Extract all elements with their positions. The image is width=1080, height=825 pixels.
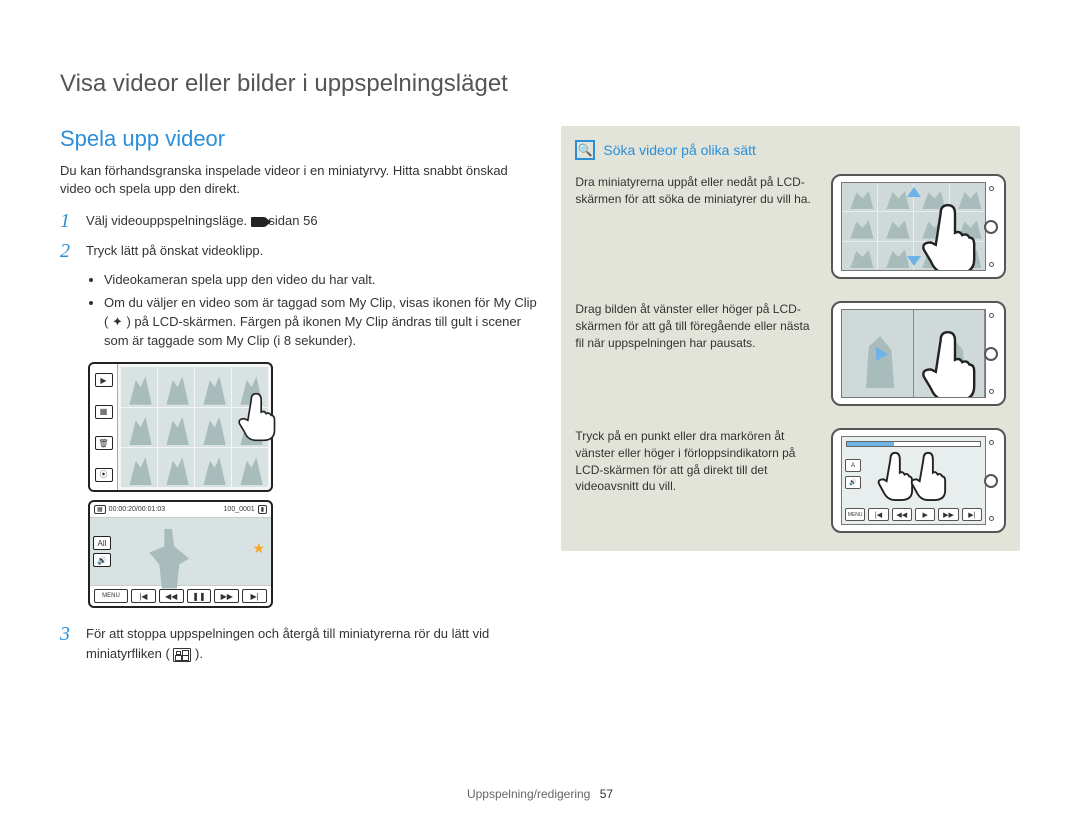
bullet-2: Om du väljer en video som är taggad som … [104, 294, 537, 351]
arrow-right-icon [876, 347, 888, 361]
arrow-up-icon [907, 187, 921, 197]
callout-text-3: Tryck på en punkt eller dra markören åt … [575, 428, 817, 495]
chapter-title: Visa videor eller bilder i uppspelningsl… [60, 70, 1020, 98]
step-1: 1 Välj videouppspelningsläge. sidan 56 [60, 211, 537, 231]
menu-button: MENU [845, 508, 865, 521]
page-ref-arrow-icon [251, 217, 265, 227]
video-tab-icon: ▶ [95, 373, 113, 387]
battery-icon: ▮ [258, 505, 267, 514]
section-title: Spela upp videor [60, 126, 537, 152]
step-3-text-a: För att stoppa uppspelningen och återgå … [86, 626, 489, 661]
thumbnail-return-icon: ▦ [94, 505, 106, 514]
volume-icon: 🔊 [845, 476, 861, 489]
prev-button: |◀ [131, 589, 156, 603]
step-2-text: Tryck lätt på önskat videoklipp. [86, 241, 537, 261]
left-column: Spela upp videor Du kan förhandsgranska … [60, 126, 537, 825]
callout-row-3: Tryck på en punkt eller dra markören åt … [575, 428, 1006, 533]
pause-button: ❚❚ [187, 589, 212, 603]
magnify-icon: 🔍 [575, 140, 595, 160]
step-1-text-b: sidan 56 [268, 213, 317, 228]
device-illustration-1 [831, 174, 1006, 279]
callout-row-1: Dra miniatyrerna uppåt eller nedåt på LC… [575, 174, 1006, 279]
callout-title: 🔍 Söka videor på olika sätt [575, 140, 1006, 160]
all-filter-icon: All [93, 536, 111, 550]
step-number: 2 [60, 241, 76, 261]
thumbnail-grid-illustration: ▶ ▦ 🗑 ⦿ [88, 362, 273, 492]
callout-text-1: Dra miniatyrerna uppåt eller nedåt på LC… [575, 174, 817, 208]
footer-page-number: 57 [600, 787, 613, 801]
right-column: 🔍 Söka videor på olika sätt Dra miniatyr… [561, 126, 1020, 825]
callout-text-2: Drag bilden åt vänster eller höger på LC… [575, 301, 817, 351]
swipe-hand-icon [919, 204, 979, 271]
menu-button: MENU [94, 589, 128, 603]
all-icon: A [845, 459, 861, 472]
footer-section: Uppspelning/redigering [467, 787, 590, 801]
next-button: ▶| [962, 508, 982, 521]
intro-text: Du kan förhandsgranska inspelade videor … [60, 162, 537, 197]
volume-icon: 🔊 [93, 553, 111, 567]
bullet-1: Videokameran spela upp den video du har … [104, 271, 537, 290]
device-illustration-2 [831, 301, 1006, 406]
step-number: 1 [60, 211, 76, 231]
two-hand-drag-icon [871, 450, 956, 525]
step-3: 3 För att stoppa uppspelningen och återg… [60, 624, 537, 663]
callout-box: 🔍 Söka videor på olika sätt Dra miniatyr… [561, 126, 1020, 551]
photo-tab-icon: ▦ [95, 405, 113, 419]
trash-icon: 🗑 [95, 436, 113, 450]
device-illustration-3: A 🔊 MENU |◀ ◀◀ ▶ ▶▶ ▶| [831, 428, 1006, 533]
tap-hand-icon [235, 392, 279, 442]
next-button: ▶| [242, 589, 267, 603]
step-number: 3 [60, 624, 76, 663]
page-footer: Uppspelning/redigering 57 [0, 787, 1080, 801]
step-1-text-a: Välj videouppspelningsläge. [86, 213, 251, 228]
myclip-star-icon: ★ [252, 540, 265, 557]
player-illustration: ▦ 00:00:20/00:01:03 100_0001 ▮ All 🔊 ★ M… [88, 500, 273, 608]
rewind-button: ◀◀ [159, 589, 184, 603]
player-counter: 100_0001 [224, 506, 255, 513]
callout-row-2: Drag bilden åt vänster eller höger på LC… [575, 301, 1006, 406]
camera-icon: ⦿ [95, 468, 113, 482]
thumbnail-tab-icon [173, 648, 191, 662]
step-2: 2 Tryck lätt på önskat videoklipp. [60, 241, 537, 261]
callout-title-text: Söka videor på olika sätt [603, 142, 756, 158]
step-3-text-b: ). [191, 646, 203, 661]
swipe-hand-icon [919, 331, 979, 398]
ffwd-button: ▶▶ [214, 589, 239, 603]
progress-bar [846, 441, 981, 447]
player-time: 00:00:20/00:01:03 [109, 506, 165, 513]
